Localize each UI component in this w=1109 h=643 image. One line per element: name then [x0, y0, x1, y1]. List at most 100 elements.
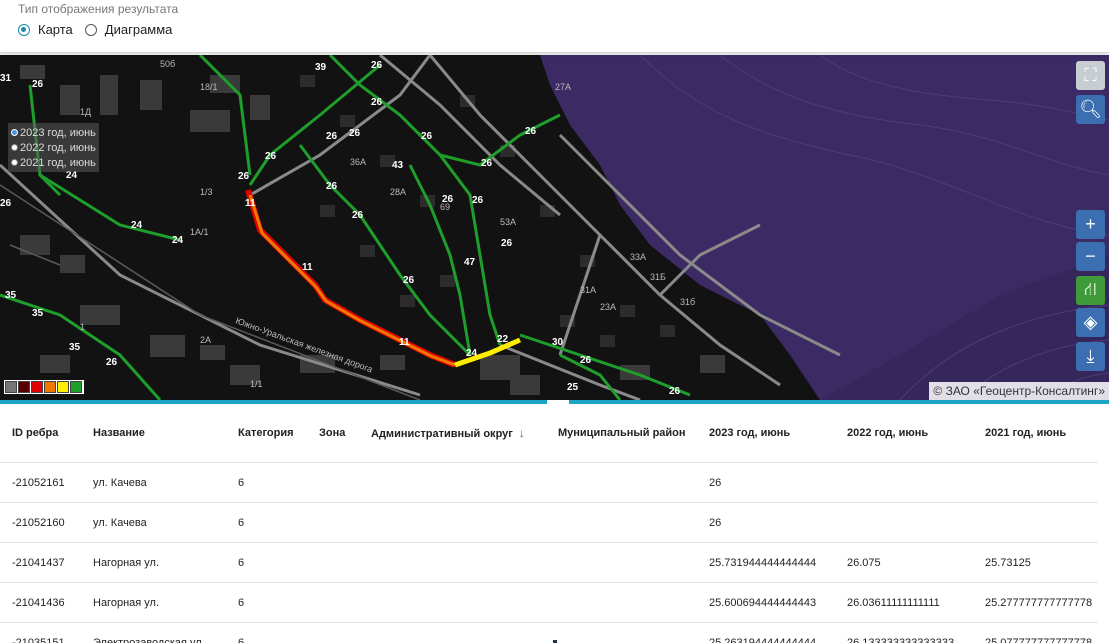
download-button[interactable]: ⤓ — [1076, 342, 1105, 371]
layers-icon: ◈ — [1083, 312, 1098, 332]
display-mode-radio-group: Карта Диаграмма — [18, 22, 184, 37]
speed-label: 26 — [669, 386, 681, 397]
year-layer-option[interactable]: 2021 год, июнь — [11, 155, 96, 170]
radio-unchecked-icon[interactable] — [84, 23, 97, 36]
table-row[interactable]: -21035151 Электрозаводская ул. 6 25.2631… — [0, 622, 1098, 643]
speed-label: 26 — [0, 198, 12, 209]
speed-label: 26 — [371, 60, 383, 71]
svg-text:1: 1 — [80, 322, 85, 332]
column-header-2021[interactable]: 2021 год, июнь — [973, 404, 1098, 463]
zoom-out-button[interactable]: − — [1076, 242, 1105, 271]
cell-admin-district — [359, 622, 546, 643]
radio-unchecked-icon[interactable] — [11, 159, 18, 166]
map-attribution[interactable]: © ЗАО «Геоцентр-Консалтинг» — [929, 382, 1109, 400]
svg-text:1Д: 1Д — [80, 107, 91, 117]
column-header-name[interactable]: Название — [81, 404, 226, 463]
cell-name: ул. Качева — [81, 462, 226, 503]
radio-diagram-label: Диаграмма — [104, 22, 173, 37]
map-canvas: Южно-Уральская железная дорога 50б18/11Д… — [0, 55, 1109, 400]
column-header-id[interactable]: ID ребра — [0, 404, 81, 463]
year-layer-option[interactable]: 2023 год, июнь — [11, 125, 96, 140]
table-header-row: ID ребра Название Категория Зона Админис… — [0, 404, 1098, 463]
svg-text:1/1: 1/1 — [250, 379, 263, 389]
traffic-map[interactable]: Южно-Уральская железная дорога 50б 18/1 1Д… — [0, 55, 1109, 400]
table-row[interactable]: -21052160 ул. Качева 6 26 — [0, 502, 1098, 543]
road-layer-button[interactable]: ⛙ — [1076, 276, 1105, 305]
speed-label: 26 — [326, 131, 338, 142]
svg-text:2А: 2А — [200, 335, 211, 345]
scale-swatch — [57, 381, 69, 393]
speed-label: 26 — [501, 238, 513, 249]
scale-swatch — [18, 381, 30, 393]
cell-2021 — [973, 462, 1098, 503]
svg-text:31А: 31А — [580, 285, 596, 295]
speed-label: 43 — [392, 160, 404, 171]
radio-map[interactable]: Карта — [18, 22, 73, 37]
table-row[interactable]: -21052161 ул. Качева 6 26 — [0, 462, 1098, 503]
table-row[interactable]: -21041437 Нагорная ул. 6 25.731944444444… — [0, 542, 1098, 583]
speed-label: 24 — [131, 220, 143, 231]
radio-unchecked-icon[interactable] — [11, 144, 18, 151]
display-mode-panel: Тип отображения результата Карта Диаграм… — [0, 0, 1109, 53]
cell-id: -21052160 — [0, 502, 81, 543]
zoom-in-button[interactable]: + — [1076, 210, 1105, 239]
cell-2022 — [835, 502, 973, 543]
speed-label: 26 — [326, 181, 338, 192]
svg-text:23А: 23А — [600, 302, 616, 312]
column-header-zone[interactable]: Зона — [307, 404, 359, 463]
fullscreen-button[interactable]: ⛶ — [1076, 61, 1105, 90]
cell-2022 — [835, 462, 973, 503]
speed-label: 35 — [5, 290, 17, 301]
cell-id: -21035151 — [0, 622, 81, 643]
column-header-admin-district[interactable]: Административный округ ↓ — [359, 404, 546, 463]
speed-label: 24 — [172, 235, 184, 246]
speed-label: 30 — [552, 337, 564, 348]
year-layer-switcher: 2023 год, июнь 2022 год, июнь 2021 год, … — [8, 123, 99, 172]
year-layer-option[interactable]: 2022 год, июнь — [11, 140, 96, 155]
speed-label: 11 — [302, 262, 313, 273]
cell-id: -21052161 — [0, 462, 81, 503]
svg-text:27А: 27А — [555, 82, 571, 92]
column-header-category[interactable]: Категория — [226, 404, 307, 463]
sort-arrow-down-icon[interactable]: ↓ — [519, 426, 525, 440]
speed-label: 26 — [481, 158, 493, 169]
svg-text:50б: 50б — [160, 59, 175, 69]
cell-zone — [307, 582, 359, 623]
scale-swatch — [44, 381, 56, 393]
svg-text:36А: 36А — [350, 157, 366, 167]
column-header-municipal-district[interactable]: Муниципальный район — [546, 404, 697, 463]
layers-button[interactable]: ◈ — [1076, 308, 1105, 337]
svg-text:33А: 33А — [630, 252, 646, 262]
speed-label: 31 — [0, 73, 12, 84]
speed-label: 26 — [442, 194, 454, 205]
speed-label: 26 — [352, 210, 364, 221]
cell-municipal-district — [546, 622, 697, 643]
scale-swatch — [70, 381, 82, 393]
cell-admin-district — [359, 462, 546, 503]
cell-municipal-district — [546, 582, 697, 623]
speed-label: 47 — [464, 257, 476, 268]
speed-label: 11 — [245, 198, 256, 209]
svg-text:31б: 31б — [680, 297, 695, 307]
radio-checked-icon[interactable] — [18, 23, 30, 36]
cell-2021: 25.73125 — [973, 542, 1098, 583]
speed-label: 11 — [399, 337, 410, 348]
speed-label: 26 — [580, 355, 592, 366]
cell-municipal-district — [546, 462, 697, 503]
cell-2022: 26.075 — [835, 542, 973, 583]
speed-label: 35 — [32, 308, 44, 319]
cell-category: 6 — [226, 502, 307, 543]
radio-checked-icon[interactable] — [11, 129, 18, 136]
cell-name: Электрозаводская ул. — [81, 622, 226, 643]
radio-diagram[interactable]: Диаграмма — [84, 22, 173, 37]
table-row[interactable]: -21041436 Нагорная ул. 6 25.600694444444… — [0, 582, 1098, 623]
speed-label: 26 — [32, 79, 44, 90]
display-mode-caption: Тип отображения результата — [18, 2, 179, 16]
speed-label: 26 — [238, 171, 250, 182]
download-icon: ⤓ — [1086, 346, 1095, 366]
column-header-2022[interactable]: 2022 год, июнь — [835, 404, 973, 463]
column-header-2023[interactable]: 2023 год, июнь — [697, 404, 835, 463]
svg-text:28А: 28А — [390, 187, 406, 197]
cell-2023: 25.600694444444443 — [697, 582, 835, 623]
zoom-area-button[interactable]: 🔍︎ — [1076, 95, 1105, 124]
